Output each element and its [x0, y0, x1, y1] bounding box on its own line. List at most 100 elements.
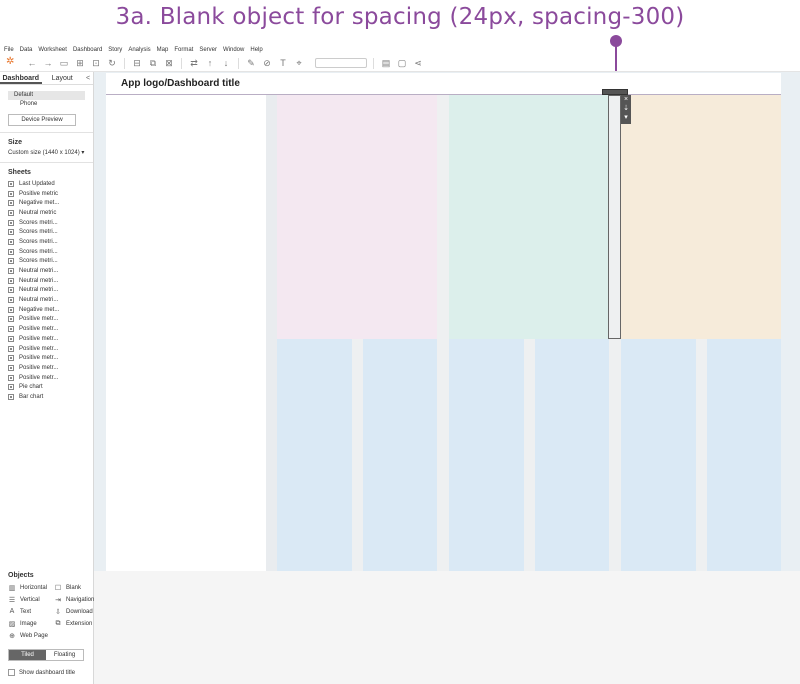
sheet-item[interactable]: Positive metr...	[0, 324, 93, 334]
show-cards-icon[interactable]: ▤	[380, 58, 392, 69]
sheet-label: Last Updated	[19, 180, 55, 187]
sheet-item[interactable]: Scores metri...	[0, 227, 93, 237]
redo-icon[interactable]: →	[42, 58, 54, 68]
duplicate-icon[interactable]: ⧉	[147, 58, 159, 69]
sheet-item[interactable]: Neutral metri...	[0, 266, 93, 276]
undo-icon[interactable]: ←	[26, 58, 38, 68]
sort-desc-icon[interactable]: ↓	[220, 58, 232, 68]
sort-asc-icon[interactable]: ↑	[204, 58, 216, 68]
object-text[interactable]: A Text	[8, 607, 54, 616]
app-window: 3a. Blank object for spacing (24px, spac…	[0, 0, 800, 684]
sheet-label: Neutral metri...	[19, 287, 59, 294]
sheet-item[interactable]: Scores metri...	[0, 257, 93, 267]
menu-map[interactable]: Map	[157, 47, 169, 53]
spacer-blank[interactable]	[609, 339, 621, 571]
menu-data[interactable]: Data	[20, 47, 33, 53]
kpi-panel-green[interactable]	[449, 95, 609, 339]
device-preview-button[interactable]: Device Preview	[8, 114, 76, 126]
tableau-logo-icon[interactable]	[6, 56, 16, 68]
swap-icon[interactable]: ⇄	[188, 58, 200, 69]
kpi-panel-pink[interactable]	[277, 95, 437, 339]
tab-dashboard[interactable]: Dashboard	[0, 72, 42, 84]
chart-panel-4[interactable]	[535, 339, 609, 571]
menu-help[interactable]: Help	[250, 47, 262, 53]
share-icon[interactable]: ⋖	[412, 58, 424, 69]
group-icon[interactable]: ⊘	[261, 58, 273, 69]
spacer-blank[interactable]	[524, 339, 535, 571]
tiled-button[interactable]: Tiled	[9, 650, 46, 660]
floating-button[interactable]: Floating	[46, 650, 83, 660]
menu-dashboard[interactable]: Dashboard	[73, 47, 102, 53]
object-web-page[interactable]: ⊕ Web Page	[8, 631, 54, 640]
labels-icon[interactable]: T	[277, 58, 289, 68]
menu-worksheet[interactable]: Worksheet	[38, 47, 67, 53]
sheet-icon	[8, 190, 14, 197]
sheet-item[interactable]: Bar chart	[0, 392, 93, 402]
sheet-item[interactable]: Scores metri...	[0, 237, 93, 247]
sheet-item[interactable]: Scores metri...	[0, 218, 93, 228]
sheet-item[interactable]: Neutral metri...	[0, 295, 93, 305]
menu-server[interactable]: Server	[199, 47, 217, 53]
sheet-item[interactable]: Positive metr...	[0, 353, 93, 363]
sheet-item[interactable]: Positive metr...	[0, 373, 93, 383]
fix-axes-icon[interactable]: ⌖	[293, 58, 305, 69]
left-gutter	[266, 95, 277, 571]
device-default[interactable]: Default	[8, 91, 85, 100]
menu-analysis[interactable]: Analysis	[128, 47, 150, 53]
menu-format[interactable]: Format	[174, 47, 193, 53]
highlight-icon[interactable]: ✎	[245, 58, 257, 69]
selected-blank-spacer[interactable]	[608, 95, 621, 339]
spacer-blank[interactable]	[696, 339, 707, 571]
size-dropdown[interactable]: Custom size (1440 x 1024) ▾	[0, 149, 93, 156]
more-options-icon[interactable]: ▾	[621, 113, 631, 122]
presentation-icon[interactable]: ▢	[396, 58, 408, 69]
sheet-item[interactable]: Positive metr...	[0, 344, 93, 354]
chart-panel-1[interactable]	[277, 339, 352, 571]
pause-icon[interactable]: ⊟	[131, 58, 143, 69]
sheet-icon	[8, 180, 14, 187]
fit-dropdown[interactable]	[315, 58, 367, 68]
sheet-item[interactable]: Positive metr...	[0, 315, 93, 325]
object-horizontal[interactable]: ▥ Horizontal	[8, 583, 54, 592]
sheet-item[interactable]: Last Updated	[0, 179, 93, 189]
pin-icon[interactable]: ⇣	[621, 104, 631, 113]
menu-window[interactable]: Window	[223, 47, 244, 53]
show-title-checkbox[interactable]	[8, 669, 15, 676]
divider	[0, 132, 93, 133]
show-title-option[interactable]: Show dashboard title	[8, 669, 94, 676]
left-column-container[interactable]	[106, 95, 266, 571]
refresh-icon[interactable]: ↻	[106, 58, 118, 69]
object-image[interactable]: ▨ Image	[8, 619, 54, 628]
save-icon[interactable]: ▭	[58, 58, 70, 69]
chart-panel-3[interactable]	[449, 339, 524, 571]
sheet-list: Last Updated Positive metric Negative met.…	[0, 179, 93, 402]
chart-panel-5[interactable]	[621, 339, 696, 571]
object-vertical[interactable]: ☰ Vertical	[8, 595, 54, 604]
sheet-item[interactable]: Neutral metric	[0, 208, 93, 218]
sheet-item[interactable]: Neutral metri...	[0, 276, 93, 286]
dashboard-title[interactable]: App logo/Dashboard title	[121, 78, 240, 89]
sheet-item[interactable]: Negative met...	[0, 198, 93, 208]
sheet-item[interactable]: Scores metri...	[0, 247, 93, 257]
tab-layout[interactable]: Layout	[42, 72, 84, 84]
clear-icon[interactable]: ⊠	[163, 58, 175, 69]
spacer-blank[interactable]	[437, 339, 449, 571]
sheet-item[interactable]: Negative met...	[0, 305, 93, 315]
chart-panel-2[interactable]	[363, 339, 437, 571]
chart-panel-6[interactable]	[707, 339, 781, 571]
remove-icon[interactable]: ×	[621, 95, 631, 104]
spacer-blank[interactable]	[437, 95, 449, 339]
new-datasource-icon[interactable]: ⊞	[74, 58, 86, 69]
sheet-item[interactable]: Positive metr...	[0, 334, 93, 344]
new-sheet-icon[interactable]: ⊡	[90, 58, 102, 69]
spacer-blank[interactable]	[352, 339, 363, 571]
sheet-item[interactable]: Positive metric	[0, 189, 93, 199]
sheet-item[interactable]: Neutral metri...	[0, 286, 93, 296]
sheet-item[interactable]: Pie chart	[0, 382, 93, 392]
device-phone[interactable]: Phone	[8, 100, 85, 109]
sheet-item[interactable]: Positive metr...	[0, 363, 93, 373]
menu-file[interactable]: File	[4, 47, 14, 53]
menu-story[interactable]: Story	[108, 47, 122, 53]
kpi-panel-peach[interactable]	[621, 95, 781, 339]
collapse-sidebar-button[interactable]: <	[83, 72, 93, 84]
